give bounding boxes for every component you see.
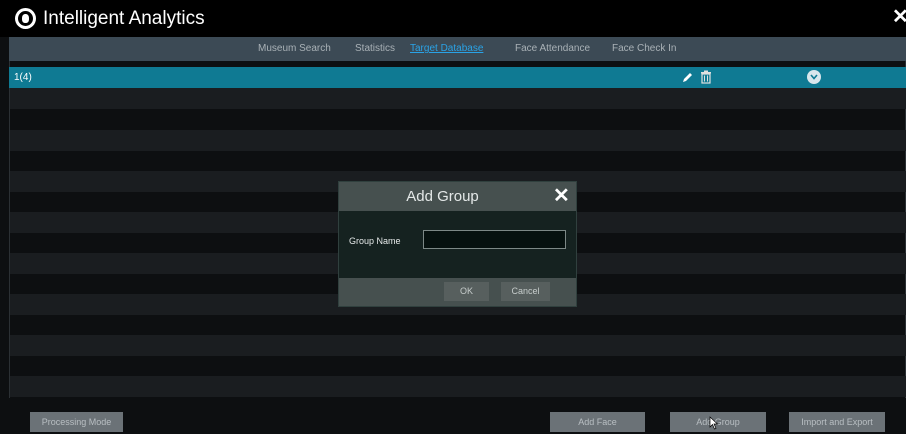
group-row-label: 1(4)	[14, 72, 32, 83]
list-row-empty	[10, 130, 906, 151]
ok-button[interactable]: OK	[444, 282, 489, 301]
add-group-dialog: Add Group ✕ Group Name OK Cancel	[338, 181, 577, 307]
list-row-empty	[10, 376, 906, 397]
dialog-header: Add Group ✕	[339, 182, 576, 211]
window-close-icon[interactable]: ✕	[892, 6, 906, 28]
title-bar: Intelligent Analytics ✕	[0, 0, 906, 37]
group-name-label: Group Name	[349, 236, 401, 246]
app-title: Intelligent Analytics	[43, 8, 205, 29]
close-icon[interactable]: ✕	[553, 186, 570, 206]
chevron-down-icon[interactable]	[807, 70, 821, 84]
tab-face-attendance[interactable]: Face Attendance	[515, 42, 590, 56]
add-face-button[interactable]: Add Face	[550, 412, 645, 432]
tab-museum-search[interactable]: Museum Search	[258, 42, 331, 56]
import-export-button[interactable]: Import and Export	[789, 412, 885, 432]
cancel-button[interactable]: Cancel	[501, 282, 550, 301]
processing-mode-button[interactable]: Processing Mode	[30, 412, 123, 432]
edit-icon[interactable]	[681, 71, 694, 84]
dialog-title: Add Group	[406, 188, 479, 205]
group-name-input[interactable]	[423, 230, 566, 249]
list-row-empty	[10, 335, 906, 356]
mouse-cursor-icon	[709, 416, 719, 430]
tab-face-check-in[interactable]: Face Check In	[612, 42, 676, 56]
app-logo-icon	[15, 8, 36, 29]
group-row[interactable]: 1(4)	[9, 67, 906, 88]
dialog-footer: OK Cancel	[339, 278, 576, 306]
tab-statistics[interactable]: Statistics	[355, 42, 395, 56]
nav-tabs: Museum Search Statistics Target Database…	[9, 37, 906, 61]
tab-target-database[interactable]: Target Database	[410, 42, 483, 56]
list-row-empty	[10, 88, 906, 109]
delete-icon[interactable]	[700, 70, 712, 84]
bottom-action-bar: Processing Mode Add Face Add Group Impor…	[0, 398, 906, 434]
